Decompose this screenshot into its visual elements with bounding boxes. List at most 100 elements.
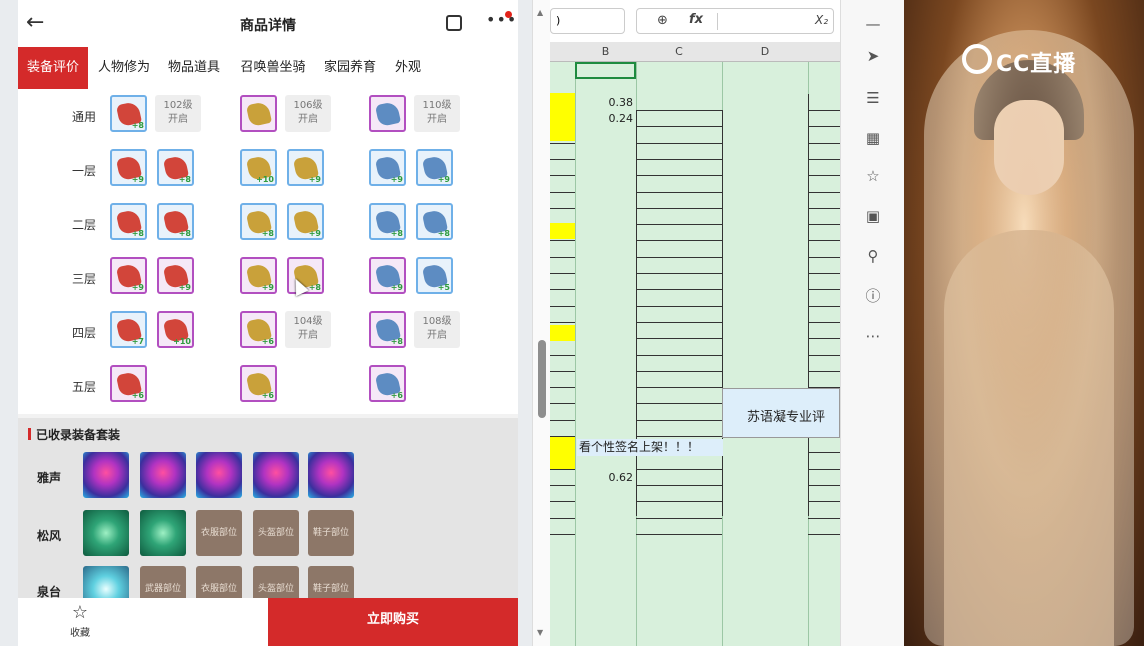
scroll-up-icon[interactable]: ▲ bbox=[537, 8, 543, 17]
suit-icon[interactable] bbox=[140, 510, 186, 556]
level-unlock-text: 开启 bbox=[168, 114, 188, 125]
refine-badge: +8 bbox=[308, 283, 321, 292]
refine-badge: +9 bbox=[178, 283, 191, 292]
refine-badge: +8 bbox=[437, 229, 450, 238]
cell-value[interactable]: 0.24 bbox=[575, 112, 634, 125]
equipment-icon[interactable]: +10 bbox=[157, 311, 194, 348]
equipment-icon[interactable]: +5 bbox=[416, 257, 453, 294]
category-tabs: 装备评价 人物修为 物品道具 召唤兽坐骑 家园养育 外观 bbox=[18, 47, 518, 89]
equipment-icon[interactable]: +9 bbox=[157, 257, 194, 294]
tab-6[interactable]: 外观 bbox=[388, 47, 428, 89]
tab-3[interactable]: 物品道具 bbox=[162, 47, 226, 89]
pointer-icon[interactable]: ➤ bbox=[863, 46, 883, 66]
more-icon[interactable]: ••• bbox=[486, 10, 517, 29]
suit-label-1: 雅声 bbox=[37, 471, 62, 485]
equipment-icon[interactable]: +9 bbox=[110, 149, 147, 186]
suit-icon[interactable] bbox=[253, 452, 299, 498]
search-doc-icon[interactable]: ⚲ bbox=[863, 246, 883, 266]
equipment-icon[interactable]: +9 bbox=[416, 149, 453, 186]
refine-badge: +8 bbox=[178, 175, 191, 184]
equipment-icon[interactable] bbox=[369, 95, 406, 132]
table-icon[interactable]: ▦ bbox=[863, 128, 883, 148]
column-header-c[interactable]: C bbox=[636, 45, 722, 58]
equipment-icon[interactable]: +6 bbox=[110, 365, 147, 402]
equipment-icon[interactable] bbox=[240, 95, 277, 132]
merged-cell[interactable]: 苏语凝专业评 bbox=[722, 388, 840, 438]
video-veil bbox=[924, 30, 1134, 646]
equipment-icon[interactable]: +9 bbox=[369, 257, 406, 294]
equipment-icon[interactable]: +8 bbox=[110, 203, 147, 240]
suit-icon[interactable] bbox=[308, 452, 354, 498]
cell-value[interactable]: 0.62 bbox=[575, 471, 634, 484]
equipment-icon[interactable]: +8 bbox=[416, 203, 453, 240]
buy-now-button[interactable]: 立即购买 bbox=[268, 598, 518, 646]
level-unlock-slot: 110级 开启 bbox=[414, 95, 460, 132]
tab-5[interactable]: 家园养育 bbox=[318, 47, 382, 89]
equipment-icon[interactable]: +9 bbox=[369, 149, 406, 186]
image-icon[interactable]: ▣ bbox=[863, 206, 883, 226]
fx-icon[interactable]: fx bbox=[689, 12, 703, 27]
suit-icon[interactable] bbox=[140, 452, 186, 498]
equipment-icon[interactable]: +8 bbox=[110, 95, 147, 132]
suit-collection-title: 已收录装备套装 bbox=[28, 426, 120, 443]
tab-2[interactable]: 人物修为 bbox=[92, 47, 156, 89]
favorite-button[interactable]: ☆ 收藏 bbox=[58, 602, 102, 640]
scroll-down-icon[interactable]: ▼ bbox=[537, 628, 543, 637]
equipment-icon[interactable]: +8 bbox=[157, 203, 194, 240]
equipment-icon[interactable]: +8 bbox=[240, 203, 277, 240]
refine-badge: +9 bbox=[261, 283, 274, 292]
zoom-icon[interactable]: ⊕ bbox=[657, 13, 668, 28]
formula-bar: ) ⊕ fx X₂ bbox=[550, 0, 840, 42]
help-icon[interactable]: ⓘ bbox=[863, 286, 883, 306]
equipment-icon[interactable]: +6 bbox=[240, 311, 277, 348]
tab-1[interactable]: 装备评价 bbox=[18, 47, 88, 89]
equipment-icon[interactable]: +7 bbox=[110, 311, 147, 348]
equipment-icon[interactable]: +9 bbox=[287, 203, 324, 240]
equipment-icon[interactable]: +9 bbox=[287, 149, 324, 186]
formula-expand-icon[interactable]: X₂ bbox=[815, 13, 828, 27]
row-label-5: 四层 bbox=[72, 326, 97, 340]
cell-grid[interactable]: 0.38 0.24 0.62 bbox=[550, 62, 840, 646]
row-label-6: 五层 bbox=[72, 380, 97, 394]
suit-icon[interactable] bbox=[83, 452, 129, 498]
top-bar: ← 商品详情 ••• bbox=[18, 0, 518, 47]
column-header-d[interactable]: D bbox=[722, 45, 808, 58]
suit-icon[interactable] bbox=[83, 510, 129, 556]
pin-icon[interactable]: ☆ bbox=[863, 166, 883, 186]
equipment-icon[interactable]: +8 bbox=[157, 149, 194, 186]
level-unlock-slot: 102级开启 bbox=[155, 95, 201, 132]
column-header-b[interactable]: B bbox=[575, 45, 636, 58]
level-unlock-text: 102级 bbox=[163, 100, 193, 111]
share-icon[interactable] bbox=[446, 15, 462, 31]
equipment-icon[interactable]: +6 bbox=[369, 365, 406, 402]
equipment-icon[interactable]: +9 bbox=[110, 257, 147, 294]
equipment-icon[interactable]: +8 bbox=[369, 203, 406, 240]
equipment-icon[interactable]: +6 bbox=[240, 365, 277, 402]
tab-4[interactable]: 召唤兽坐骑 bbox=[233, 47, 313, 89]
star-icon: ☆ bbox=[71, 602, 89, 623]
selected-cell[interactable] bbox=[575, 62, 636, 79]
row-label-3: 二层 bbox=[72, 218, 97, 232]
filter-icon[interactable]: ☰ bbox=[863, 88, 883, 108]
refine-badge: +8 bbox=[131, 229, 144, 238]
empty-slot[interactable]: 头盔部位 bbox=[253, 510, 299, 556]
empty-slot[interactable]: 衣服部位 bbox=[196, 510, 242, 556]
equipment-icon[interactable]: +10 bbox=[240, 149, 277, 186]
suit-icon[interactable] bbox=[196, 452, 242, 498]
signature-cell[interactable]: 看个性签名上架！！！ bbox=[577, 439, 723, 456]
minimize-icon[interactable]: — bbox=[863, 14, 883, 34]
equipment-icon[interactable]: +8 bbox=[369, 311, 406, 348]
scrollbar[interactable]: ▲ ▼ bbox=[532, 0, 550, 646]
level-unlock-text: 108级 bbox=[422, 316, 452, 327]
refine-badge: +5 bbox=[437, 283, 450, 292]
equipment-icon[interactable]: +9 bbox=[240, 257, 277, 294]
refine-badge: +6 bbox=[261, 337, 274, 346]
level-unlock-text: 开启 bbox=[427, 330, 447, 341]
cell-value[interactable]: 0.38 bbox=[575, 96, 634, 109]
empty-slot[interactable]: 鞋子部位 bbox=[308, 510, 354, 556]
formula-input[interactable]: ⊕ fx X₂ bbox=[636, 8, 834, 34]
more-tools-icon[interactable]: ⋯ bbox=[863, 326, 883, 346]
refine-badge: +9 bbox=[390, 283, 403, 292]
scroll-thumb[interactable] bbox=[538, 340, 546, 418]
name-box[interactable]: ) bbox=[550, 8, 625, 34]
